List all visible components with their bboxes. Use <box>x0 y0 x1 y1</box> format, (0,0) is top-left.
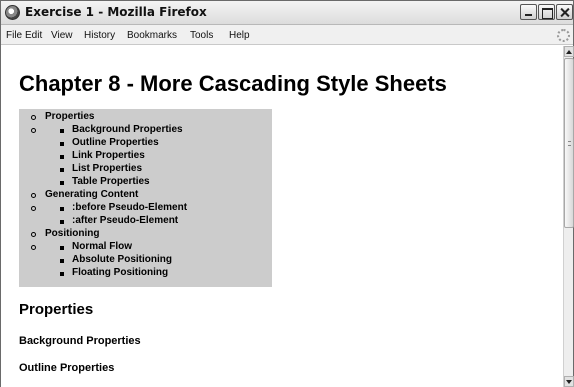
toc-item[interactable]: Properties <box>19 111 272 124</box>
browser-window: Exercise 1 - Mozilla Firefox File Edit V… <box>0 0 574 387</box>
close-button[interactable] <box>556 4 573 20</box>
menu-bookmarks[interactable]: Bookmarks <box>127 30 177 41</box>
square-bullet-icon <box>60 259 64 263</box>
menu-tools[interactable]: Tools <box>190 30 213 41</box>
minimize-button[interactable] <box>520 4 537 20</box>
square-bullet-icon <box>60 142 64 146</box>
toc-subitem[interactable]: Absolute Positioning <box>19 254 272 267</box>
square-bullet-icon <box>60 168 64 172</box>
page-title: Chapter 8 - More Cascading Style Sheets <box>19 71 447 96</box>
circle-bullet-icon <box>31 193 36 198</box>
toc-subitem-label: Absolute Positioning <box>72 254 172 265</box>
toc-subitem-label: :after Pseudo-Element <box>72 215 179 226</box>
vertical-scrollbar[interactable] <box>563 46 574 387</box>
menu-history[interactable]: History <box>84 30 115 41</box>
toc-subitem[interactable]: Normal Flow <box>19 241 272 254</box>
section-heading: Properties <box>19 301 94 318</box>
menu-view[interactable]: View <box>51 30 73 41</box>
toc-subitem-label: Outline Properties <box>72 137 159 148</box>
circle-bullet-icon <box>31 232 36 237</box>
square-bullet-icon <box>60 129 64 133</box>
toc-item-label: Positioning <box>45 228 100 239</box>
page-content: Chapter 8 - More Cascading Style Sheets … <box>1 46 563 387</box>
table-of-contents: Properties Background Properties Outline… <box>19 109 272 287</box>
maximize-button[interactable] <box>538 4 555 20</box>
menu-edit[interactable]: Edit <box>25 30 42 41</box>
toc-subitem[interactable]: :after Pseudo-Element <box>19 215 272 228</box>
toc-item-label: Generating Content <box>45 189 139 200</box>
toc-subitem[interactable]: List Properties <box>19 163 272 176</box>
toc-subitem-label: Link Properties <box>72 150 145 161</box>
toc-subitem[interactable]: Table Properties <box>19 176 272 189</box>
throbber-icon <box>557 29 570 42</box>
toc-subitem[interactable]: Floating Positioning <box>19 267 272 280</box>
scroll-up-icon[interactable] <box>564 46 574 57</box>
square-bullet-icon <box>60 272 64 276</box>
toc-subitem-label: Background Properties <box>72 124 183 135</box>
subheading: Outline Properties <box>19 362 115 374</box>
square-bullet-icon <box>60 155 64 159</box>
square-bullet-icon <box>60 207 64 211</box>
window-title: Exercise 1 - Mozilla Firefox <box>25 5 207 19</box>
toc-subitem[interactable]: :before Pseudo-Element <box>19 202 272 215</box>
menu-bar: File Edit View History Bookmarks Tools H… <box>1 25 573 45</box>
scroll-thumb[interactable] <box>564 58 574 228</box>
subheading: Background Properties <box>19 335 141 347</box>
toc-subitem-label: :before Pseudo-Element <box>72 202 188 213</box>
toc-subitem-label: List Properties <box>72 163 143 174</box>
scroll-down-icon[interactable] <box>564 376 574 387</box>
toc-item[interactable]: Generating Content <box>19 189 272 202</box>
square-bullet-icon <box>60 246 64 250</box>
title-bar[interactable]: Exercise 1 - Mozilla Firefox <box>1 1 573 25</box>
toc-subitem-label: Floating Positioning <box>72 267 169 278</box>
grip-icon <box>568 141 571 146</box>
toc-item-label: Properties <box>45 111 95 122</box>
circle-bullet-icon <box>31 115 36 120</box>
square-bullet-icon <box>60 220 64 224</box>
toc-subitem[interactable]: Link Properties <box>19 150 272 163</box>
firefox-icon <box>5 5 20 20</box>
menu-file[interactable]: File <box>6 30 22 41</box>
toc-subitem-label: Table Properties <box>72 176 150 187</box>
toc-subitem[interactable]: Background Properties <box>19 124 272 137</box>
square-bullet-icon <box>60 181 64 185</box>
toc-subitem-label: Normal Flow <box>72 241 133 252</box>
menu-help[interactable]: Help <box>229 30 250 41</box>
toc-subitem[interactable]: Outline Properties <box>19 137 272 150</box>
toc-item[interactable]: Positioning <box>19 228 272 241</box>
